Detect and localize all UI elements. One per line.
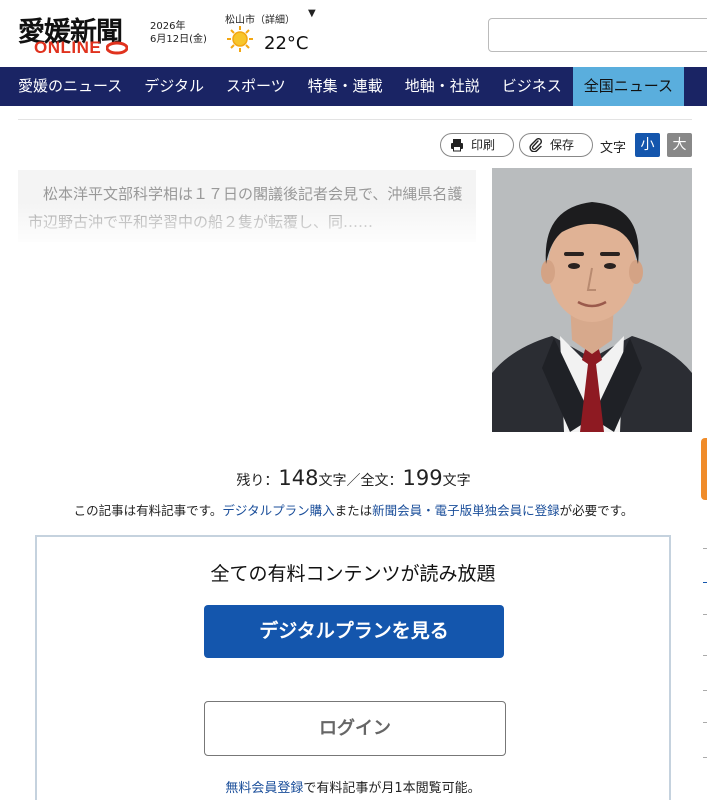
save-label: 保存 <box>550 138 575 152</box>
digital-plan-button[interactable]: デジタルプランを見る <box>204 605 504 658</box>
member-register-link[interactable]: 新聞会員・電子版単独会員に登録 <box>372 503 560 518</box>
text-size-large-button[interactable]: 大 <box>667 133 692 157</box>
divider <box>18 119 692 120</box>
print-button[interactable]: 印刷 <box>440 133 514 157</box>
paperclip-icon <box>529 138 543 152</box>
printer-icon <box>451 139 463 152</box>
text-size-label: 文字 <box>600 141 627 156</box>
print-label: 印刷 <box>471 138 496 152</box>
weather-dropdown-caret[interactable]: ▼ <box>308 8 316 19</box>
side-tab[interactable] <box>701 438 707 500</box>
weather-city-link[interactable]: 松山市（詳細） <box>225 11 295 26</box>
total-separator: ／全文： <box>346 473 403 489</box>
main-nav: 愛媛のニュース デジタル スポーツ 特集・連載 地軸・社説 ビジネス 全国ニュー… <box>0 67 707 106</box>
paywall-box: 全ての有料コンテンツが読み放題 デジタルプランを見る ログイン 無料会員登録で有… <box>35 535 671 800</box>
sidebar-divider <box>703 582 707 583</box>
site-logo[interactable]: 愛媛新聞 ONLINE <box>18 10 138 58</box>
sidebar-divider <box>703 757 707 758</box>
sidebar-divider <box>703 655 707 656</box>
sun-icon <box>227 26 253 52</box>
character-count: 残り：148文字／全文：199文字 <box>0 466 707 490</box>
save-button[interactable]: 保存 <box>519 133 593 157</box>
search-input[interactable] <box>488 18 707 52</box>
free-register-suffix: で有料記事が月1本閲覧可能。 <box>303 781 481 796</box>
lead-fade-overlay <box>18 202 476 242</box>
nav-item-editorial[interactable]: 地軸・社説 <box>394 67 491 106</box>
sidebar-divider <box>703 614 707 615</box>
sidebar-divider <box>703 690 707 691</box>
notice-suffix: が必要です。 <box>559 503 634 518</box>
notice-mid: または <box>334 503 373 518</box>
remaining-prefix: 残り： <box>236 473 279 489</box>
article-photo <box>492 168 692 432</box>
sidebar-divider <box>703 722 707 723</box>
temperature: 22°C <box>264 33 309 54</box>
nav-item-sports[interactable]: スポーツ <box>215 67 297 106</box>
remaining-unit: 文字 <box>318 473 347 489</box>
nav-item-digital[interactable]: デジタル <box>133 67 215 106</box>
date-year: 2026年 <box>150 21 186 32</box>
total-unit: 文字 <box>442 473 471 489</box>
digital-plan-link[interactable]: デジタルプラン購入 <box>222 503 334 518</box>
sidebar-divider <box>703 548 707 549</box>
logo-swoosh-icon <box>106 41 128 55</box>
total-count: 199 <box>402 466 443 490</box>
date-day: 6月12日(金) <box>150 34 207 45</box>
nav-item-ehime-news[interactable]: 愛媛のニュース <box>0 67 133 106</box>
article-lead: 松本洋平文部科学相は１７日の閣議後記者会見で、沖縄県名護市辺野古沖で平和学習中の… <box>18 170 476 242</box>
text-size-small-button[interactable]: 小 <box>635 133 660 157</box>
remaining-count: 148 <box>278 466 319 490</box>
logo-online: ONLINE <box>34 38 102 57</box>
current-date: 2026年 6月12日(金) <box>150 20 207 46</box>
paywall-heading: 全ての有料コンテンツが読み放題 <box>210 563 496 585</box>
site-header: 愛媛新聞 ONLINE 2026年 6月12日(金) 松山市（詳細） ▼ 22°… <box>0 0 707 67</box>
free-register-link[interactable]: 無料会員登録 <box>225 781 303 796</box>
portrait-illustration <box>492 168 692 432</box>
free-register-line: 無料会員登録で有料記事が月1本閲覧可能。 <box>37 777 669 796</box>
notice-prefix: この記事は有料記事です。 <box>73 503 223 518</box>
login-button[interactable]: ログイン <box>204 701 506 756</box>
nav-item-business[interactable]: ビジネス <box>491 67 573 106</box>
paid-article-notice: この記事は有料記事です。デジタルプラン購入または新聞会員・電子版単独会員に登録が… <box>0 500 707 519</box>
nav-item-national-news[interactable]: 全国ニュース <box>572 67 684 106</box>
nav-item-features[interactable]: 特集・連載 <box>297 67 394 106</box>
